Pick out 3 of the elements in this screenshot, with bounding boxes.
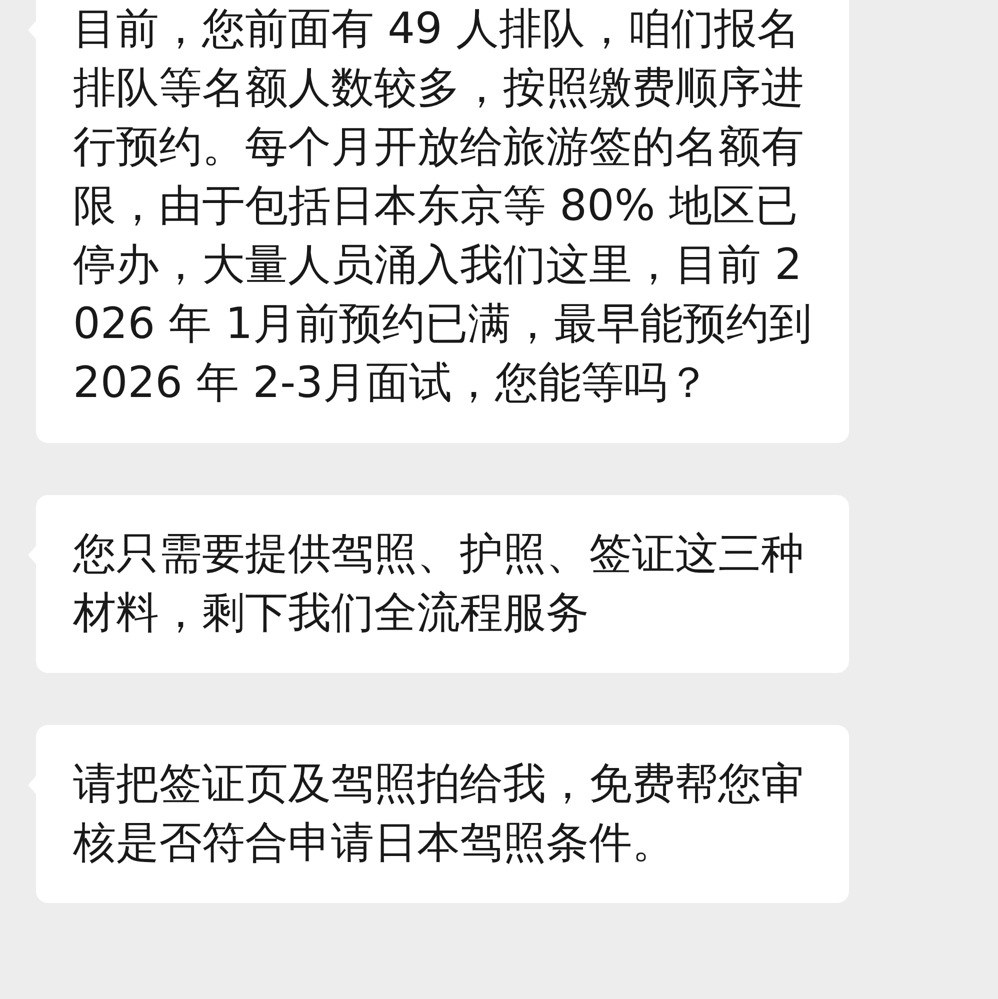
message-bubble: 目前，您前面有 49 人排队，咱们报名排队等名额人数较多，按照缴费顺序进行预约。每个月开放给旅游签的名额有限，由于包括日本东京等 80% 地区已停办，大量人员涌入我们这里，目前 2026 年 1月前预约已满，最早能预约到 2026 年 2-3月面试，您能等吗？ — [36, 0, 849, 443]
message-bubble: 请把签证页及驾照拍给我，免费帮您审核是否符合申请日本驾照条件。 — [36, 725, 849, 903]
message-bubble: 您只需要提供驾照、护照、签证这三种材料，剩下我们全流程服务 — [36, 495, 849, 673]
